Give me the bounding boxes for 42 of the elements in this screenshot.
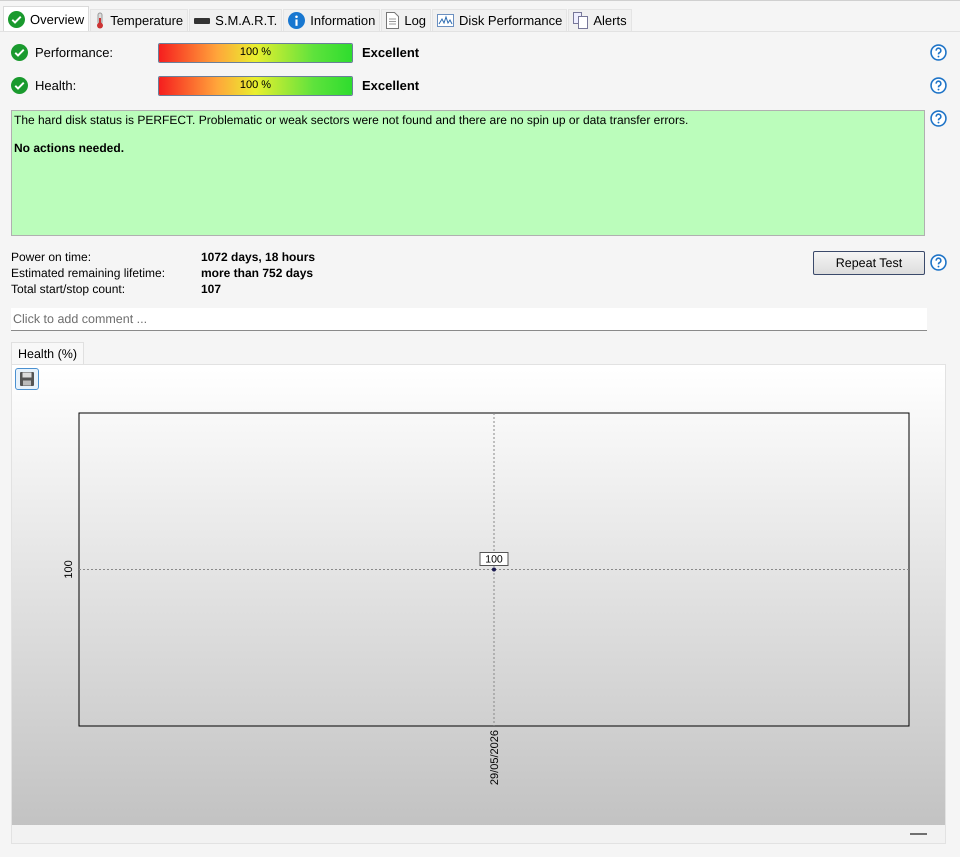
detail-value: 107 (201, 282, 222, 296)
detail-value: 1072 days, 18 hours (201, 250, 316, 264)
comment-field[interactable]: Click to add comment ... (11, 308, 927, 331)
check-icon (8, 10, 25, 28)
repeat-test-button[interactable]: Repeat Test (813, 251, 925, 275)
detail-label: Estimated remaining lifetime: (11, 266, 166, 280)
meter-label: Health: (35, 78, 78, 93)
chart-tab[interactable]: Health (%) (11, 342, 84, 364)
meter-reading: 100 % (238, 46, 272, 58)
help-icon[interactable] (930, 77, 947, 94)
meter-rating: Excellent (362, 78, 420, 93)
tab[interactable]: S.M.A.R.T. (189, 9, 282, 31)
info-icon (288, 12, 306, 29)
y-axis-label: 100 (63, 560, 75, 579)
help-icon[interactable] (930, 44, 947, 61)
help-icon[interactable] (930, 110, 947, 127)
pages-icon (573, 12, 588, 29)
check-icon (11, 77, 28, 94)
status-advice: No actions needed. (14, 141, 126, 155)
data-point (492, 568, 496, 572)
document-icon (386, 12, 400, 29)
meter-rating: Excellent (362, 45, 420, 60)
tab[interactable]: Overview (3, 6, 90, 31)
graph-icon (437, 14, 454, 27)
meter-reading: 100 % (238, 78, 272, 90)
tab[interactable]: Log (381, 9, 432, 31)
detail-label: Total start/stop count: (11, 282, 126, 296)
thermometer-icon (95, 12, 106, 29)
drive-icon (194, 18, 210, 24)
x-axis-label: 29/05/2026 (489, 730, 501, 786)
data-label: 100 (480, 552, 508, 566)
tab[interactable]: Temperature (90, 9, 188, 31)
tab[interactable]: Alerts (568, 9, 632, 31)
help-icon[interactable] (930, 254, 947, 271)
check-icon (11, 44, 28, 61)
detail-label: Power on time: (11, 250, 92, 264)
tab[interactable]: Disk Performance (432, 9, 568, 31)
status-message: The hard disk status is PERFECT. Problematic or weak sectors were not found and there are no spin up or data transfer errors. (14, 113, 690, 127)
tab[interactable]: Information (283, 9, 380, 31)
save-button[interactable] (15, 368, 39, 390)
meter-label: Performance: (35, 45, 114, 60)
detail-value: more than 752 days (201, 266, 314, 280)
